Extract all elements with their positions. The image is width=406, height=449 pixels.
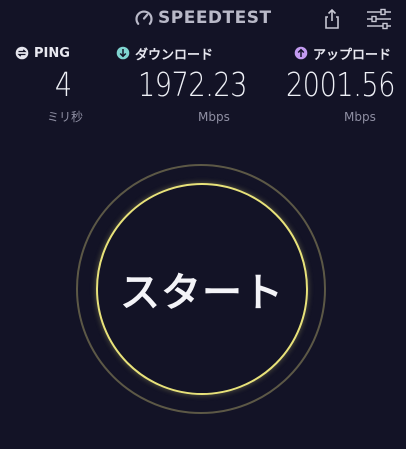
ping-unit: ミリ秒: [47, 110, 84, 124]
brand-name: SPEEDTEST: [158, 8, 272, 28]
ping-label: PING: [34, 45, 70, 61]
brand-logo: SPEEDTEST: [134, 8, 272, 28]
ping-metric: PING 4 ミリ秒: [15, 44, 83, 124]
share-icon: [325, 8, 339, 29]
upload-label: アップロード: [313, 47, 392, 63]
start-button[interactable]: スタート: [96, 183, 308, 395]
download-label: ダウンロード: [135, 47, 214, 63]
download-unit: Mbps: [198, 110, 230, 124]
download-header: ダウンロード: [116, 44, 214, 63]
header: SPEEDTEST: [0, 0, 406, 38]
upload-header: アップロード: [294, 44, 392, 63]
upload-unit: Mbps: [344, 110, 376, 124]
speedometer-icon: [135, 10, 153, 25]
upload-value: 2001.56: [286, 65, 396, 104]
upload-icon: [294, 46, 308, 60]
settings-button[interactable]: [366, 8, 392, 30]
download-value: 1972.23: [138, 65, 248, 104]
speedtest-app: SPEEDTEST PING 4 ミリ秒 ダウンロード 1972.23 Mbps…: [0, 0, 406, 449]
ping-header: PING: [15, 44, 70, 62]
start-label: スタート: [120, 270, 284, 316]
share-button[interactable]: [321, 8, 343, 30]
ping-value: 4: [54, 65, 72, 104]
upload-metric: アップロード 2001.56 Mbps: [286, 44, 395, 124]
sliders-icon: [367, 8, 391, 30]
download-metric: ダウンロード 1972.23 Mbps: [116, 44, 247, 124]
download-icon: [116, 46, 130, 60]
ping-icon: [15, 46, 29, 60]
